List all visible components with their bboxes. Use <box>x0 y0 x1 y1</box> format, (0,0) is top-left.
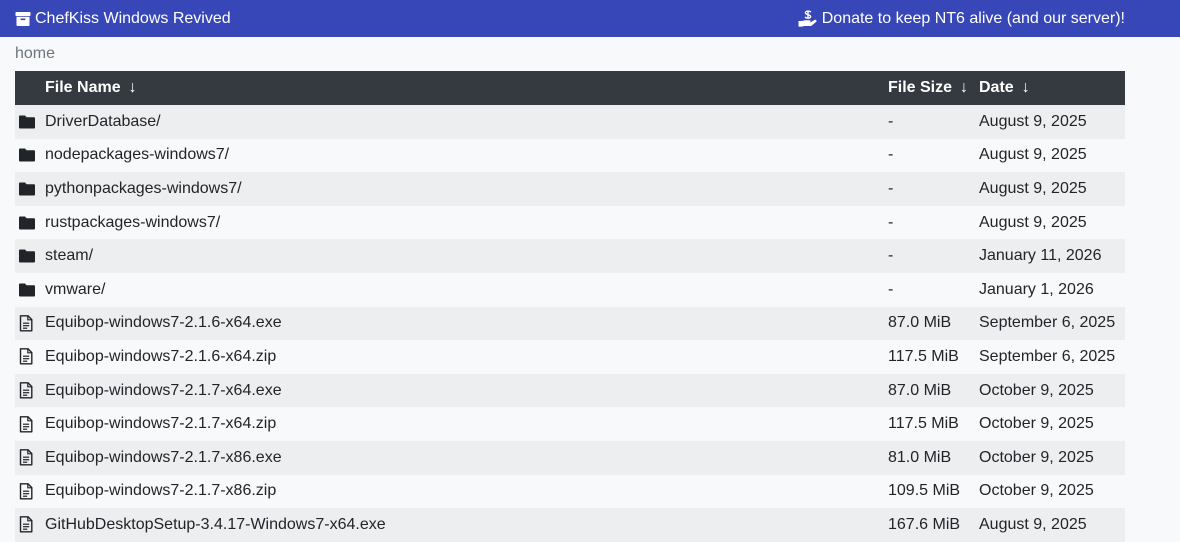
file-size-cell: - <box>888 213 894 231</box>
file-icon <box>15 314 45 332</box>
folder-icon <box>15 115 45 129</box>
file-size-cell: - <box>888 179 894 197</box>
table-row[interactable]: Equibop-windows7-2.1.6-x64.exe 87.0 MiB Se… <box>15 306 1125 341</box>
file-name-cell: pythonpackages-windows7/ <box>15 172 888 206</box>
file-link[interactable]: Equibop-windows7-2.1.7-x64.zip <box>45 415 276 433</box>
file-date-cell: January 11, 2026 <box>979 247 1102 265</box>
folder-icon <box>15 283 45 297</box>
folder-icon <box>15 148 45 162</box>
file-size-cell: 87.0 MiB <box>888 381 952 399</box>
file-name-cell: DriverDatabase/ <box>15 105 888 139</box>
file-size-cell: 167.6 MiB <box>888 515 961 533</box>
file-date-cell: September 6, 2025 <box>979 314 1116 332</box>
file-date-cell: October 9, 2025 <box>979 415 1094 433</box>
file-size-cell: - <box>888 280 894 298</box>
folder-icon <box>15 249 45 263</box>
file-name-cell: Equibop-windows7-2.1.7-x86.zip <box>15 475 888 509</box>
file-icon <box>15 382 45 399</box>
table-row[interactable]: Equibop-windows7-2.1.7-x64.exe 87.0 MiB Oc… <box>15 373 1125 408</box>
file-name-cell: Equibop-windows7-2.1.7-x64.zip <box>15 407 888 441</box>
file-name-cell: GitHubDesktopSetup-3.4.17-Windows7-x64.e… <box>15 508 888 542</box>
file-name-cell: Equibop-windows7-2.1.6-x64.exe <box>15 307 888 341</box>
folder-icon <box>15 182 45 196</box>
header-file-name[interactable]: File Name ↓ <box>15 71 888 105</box>
file-size-cell: 81.0 MiB <box>888 448 952 466</box>
file-name-cell: Equibop-windows7-2.1.7-x86.exe <box>15 441 888 475</box>
file-icon <box>15 516 45 533</box>
file-name-cell: vmware/ <box>15 273 888 307</box>
archive-box-icon <box>15 11 31 27</box>
file-date-cell: September 6, 2025 <box>979 347 1116 365</box>
file-icon <box>15 449 45 466</box>
table-row[interactable]: GitHubDesktopSetup-3.4.17-Windows7-x64.e… <box>15 508 1125 542</box>
file-size-cell: - <box>888 247 894 265</box>
file-date-cell: August 9, 2025 <box>979 515 1087 533</box>
file-name-cell: rustpackages-windows7/ <box>15 206 888 240</box>
file-icon <box>15 348 45 365</box>
header-date-label: Date <box>979 79 1014 96</box>
brand-link[interactable]: ChefKiss Windows Revived <box>15 10 231 28</box>
file-link[interactable]: pythonpackages-windows7/ <box>45 180 242 198</box>
brand-title: ChefKiss Windows Revived <box>35 9 231 27</box>
file-date-cell: August 9, 2025 <box>979 112 1087 130</box>
file-name-cell: Equibop-windows7-2.1.6-x64.zip <box>15 340 888 374</box>
file-icon <box>15 415 45 433</box>
file-date-cell: October 9, 2025 <box>979 448 1094 466</box>
sort-arrow-down-icon: ↓ <box>1021 79 1030 96</box>
file-date-cell: August 9, 2025 <box>979 146 1087 164</box>
top-navbar: ChefKiss Windows Revived Donate to keep … <box>0 0 1180 37</box>
file-name-cell: Equibop-windows7-2.1.7-x64.exe <box>15 374 888 408</box>
breadcrumb[interactable]: home <box>15 45 55 63</box>
file-date-cell: October 9, 2025 <box>979 482 1094 500</box>
sort-arrow-down-icon: ↓ <box>960 79 969 96</box>
file-size-cell: - <box>888 146 894 164</box>
header-date[interactable]: Date ↓ <box>979 71 1125 105</box>
donate-text: Donate to keep NT6 alive (and our server… <box>821 9 1125 27</box>
file-link[interactable]: DriverDatabase/ <box>45 113 161 131</box>
table-row[interactable]: Equibop-windows7-2.1.7-x86.exe 81.0 MiB Oc… <box>15 440 1125 475</box>
file-link[interactable]: vmware/ <box>45 281 105 299</box>
table-row[interactable]: Equibop-windows7-2.1.7-x64.zip 117.5 MiB O… <box>15 407 1125 441</box>
table-row[interactable]: rustpackages-windows7/ - August 9, 2025 <box>15 205 1125 240</box>
table-row[interactable]: vmware/ - January 1, 2026 <box>15 272 1125 307</box>
file-link[interactable]: steam/ <box>45 247 93 265</box>
file-link[interactable]: Equibop-windows7-2.1.6-x64.zip <box>45 348 276 366</box>
table-row[interactable]: nodepackages-windows7/ - August 9, 2025 <box>15 138 1125 173</box>
file-link[interactable]: rustpackages-windows7/ <box>45 214 220 232</box>
file-name-cell: steam/ <box>15 239 888 273</box>
file-size-cell: 117.5 MiB <box>888 347 959 365</box>
file-size-cell: - <box>888 112 894 130</box>
file-size-cell: 109.5 MiB <box>888 482 961 500</box>
table-row[interactable]: DriverDatabase/ - August 9, 2025 <box>15 105 1125 139</box>
table-row[interactable]: pythonpackages-windows7/ - August 9, 2025 <box>15 172 1125 206</box>
folder-icon <box>15 216 45 230</box>
file-icon <box>15 482 45 500</box>
table-row[interactable]: Equibop-windows7-2.1.7-x86.zip 109.5 MiB O… <box>15 474 1125 509</box>
file-link[interactable]: nodepackages-windows7/ <box>45 146 229 164</box>
table-row[interactable]: Equibop-windows7-2.1.6-x64.zip 117.5 MiB S… <box>15 340 1125 374</box>
header-file-size[interactable]: File Size ↓ <box>888 71 979 105</box>
file-date-cell: August 9, 2025 <box>979 213 1087 231</box>
file-link[interactable]: Equibop-windows7-2.1.7-x86.exe <box>45 449 282 467</box>
donate-link[interactable]: Donate to keep NT6 alive (and our server… <box>798 10 1125 28</box>
header-file-name-label: File Name <box>45 79 121 96</box>
table-header-row: File Name ↓ File Size ↓ Date ↓ <box>15 71 1125 105</box>
sort-arrow-down-icon: ↓ <box>128 79 137 96</box>
file-size-cell: 87.0 MiB <box>888 314 952 332</box>
file-date-cell: October 9, 2025 <box>979 381 1094 399</box>
header-file-size-label: File Size <box>888 79 953 96</box>
file-link[interactable]: Equibop-windows7-2.1.7-x86.zip <box>45 482 276 500</box>
file-listing-table: File Name ↓ File Size ↓ Date ↓ DriverDat… <box>15 71 1125 542</box>
file-date-cell: January 1, 2026 <box>979 280 1094 298</box>
file-name-cell: nodepackages-windows7/ <box>15 139 888 173</box>
file-link[interactable]: GitHubDesktopSetup-3.4.17-Windows7-x64.e… <box>45 516 386 534</box>
file-date-cell: August 9, 2025 <box>979 179 1087 197</box>
hand-holding-dollar-icon <box>798 9 818 28</box>
file-link[interactable]: Equibop-windows7-2.1.6-x64.exe <box>45 314 282 332</box>
table-row[interactable]: steam/ - January 11, 2026 <box>15 239 1125 273</box>
file-size-cell: 117.5 MiB <box>888 415 959 433</box>
file-link[interactable]: Equibop-windows7-2.1.7-x64.exe <box>45 382 282 400</box>
breadcrumb-home[interactable]: home <box>15 45 55 62</box>
